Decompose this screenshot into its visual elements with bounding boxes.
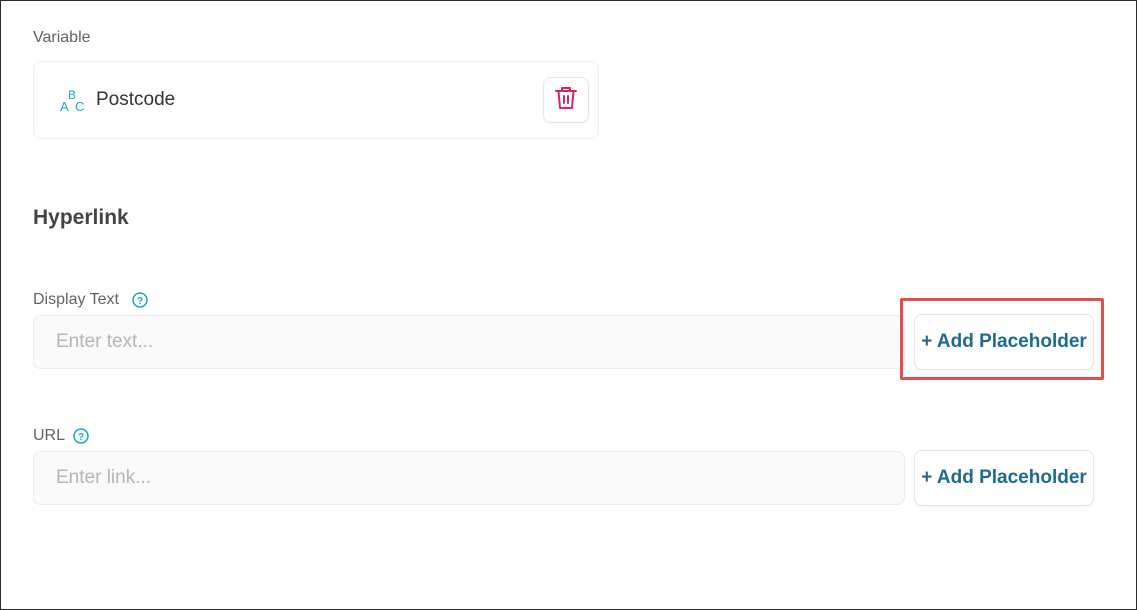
- hyperlink-section-title: Hyperlink: [33, 206, 129, 229]
- abc-text-icon: A B C: [60, 87, 86, 114]
- display-text-add-placeholder-button[interactable]: + Add Placeholder: [914, 314, 1094, 370]
- url-input[interactable]: [33, 451, 905, 505]
- trash-icon: [554, 85, 578, 116]
- url-label: URL: [33, 427, 66, 444]
- svg-text:C: C: [75, 99, 84, 113]
- svg-text:?: ?: [78, 432, 84, 443]
- url-add-placeholder-button[interactable]: + Add Placeholder: [914, 450, 1094, 506]
- svg-text:?: ?: [137, 296, 143, 307]
- hyperlink-editor-panel: Variable A B C Postcode Hyperlink Displa…: [0, 0, 1137, 610]
- display-text-input[interactable]: [33, 315, 905, 369]
- url-help-icon[interactable]: ?: [73, 428, 89, 444]
- variable-card: A B C Postcode: [33, 61, 599, 139]
- variable-name: Postcode: [96, 89, 176, 110]
- display-text-label: Display Text: [33, 291, 119, 308]
- variable-label: Variable: [33, 29, 91, 46]
- delete-variable-button[interactable]: [543, 77, 589, 123]
- display-text-help-icon[interactable]: ?: [132, 292, 148, 308]
